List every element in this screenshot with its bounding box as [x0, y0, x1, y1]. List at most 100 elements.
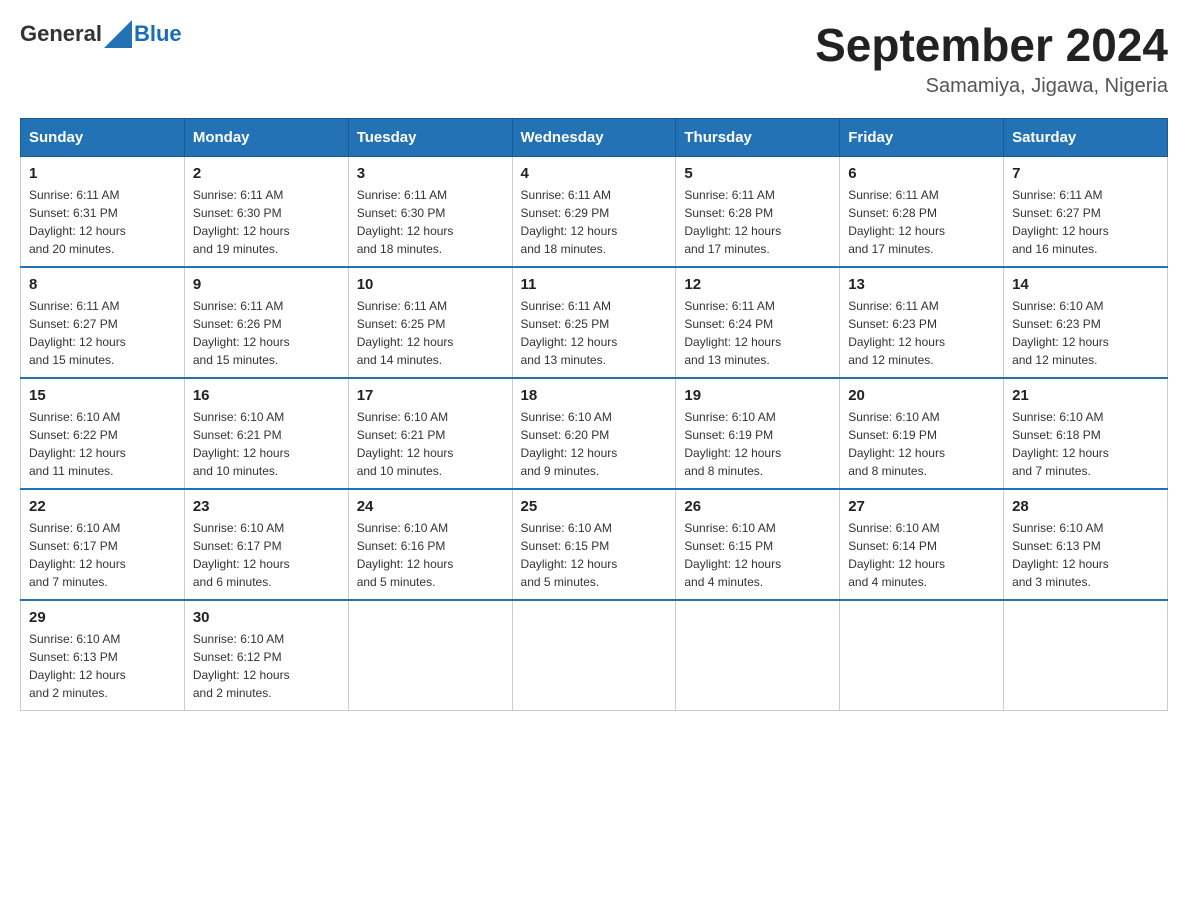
- day-info: Sunrise: 6:10 AMSunset: 6:21 PMDaylight:…: [193, 408, 340, 480]
- logo-icon: [104, 20, 132, 48]
- calendar-cell: 22 Sunrise: 6:10 AMSunset: 6:17 PMDaylig…: [21, 489, 185, 600]
- calendar-cell: 15 Sunrise: 6:10 AMSunset: 6:22 PMDaylig…: [21, 378, 185, 489]
- calendar-cell: 29 Sunrise: 6:10 AMSunset: 6:13 PMDaylig…: [21, 600, 185, 711]
- day-info: Sunrise: 6:11 AMSunset: 6:29 PMDaylight:…: [521, 186, 668, 258]
- page-header: General Blue September 2024 Samamiya, Ji…: [20, 20, 1168, 98]
- calendar-cell: 27 Sunrise: 6:10 AMSunset: 6:14 PMDaylig…: [840, 489, 1004, 600]
- day-number: 30: [193, 609, 340, 626]
- calendar-cell: [840, 600, 1004, 711]
- day-info: Sunrise: 6:10 AMSunset: 6:18 PMDaylight:…: [1012, 408, 1159, 480]
- day-info: Sunrise: 6:11 AMSunset: 6:27 PMDaylight:…: [1012, 186, 1159, 258]
- day-info: Sunrise: 6:10 AMSunset: 6:23 PMDaylight:…: [1012, 297, 1159, 369]
- calendar-cell: 24 Sunrise: 6:10 AMSunset: 6:16 PMDaylig…: [348, 489, 512, 600]
- column-header-saturday: Saturday: [1004, 118, 1168, 156]
- calendar-week-4: 22 Sunrise: 6:10 AMSunset: 6:17 PMDaylig…: [21, 489, 1168, 600]
- day-number: 8: [29, 276, 176, 293]
- calendar-table: SundayMondayTuesdayWednesdayThursdayFrid…: [20, 118, 1168, 711]
- calendar-cell: 12 Sunrise: 6:11 AMSunset: 6:24 PMDaylig…: [676, 267, 840, 378]
- calendar-cell: 8 Sunrise: 6:11 AMSunset: 6:27 PMDayligh…: [21, 267, 185, 378]
- calendar-cell: 23 Sunrise: 6:10 AMSunset: 6:17 PMDaylig…: [184, 489, 348, 600]
- logo-blue-text: Blue: [134, 21, 182, 47]
- day-info: Sunrise: 6:10 AMSunset: 6:22 PMDaylight:…: [29, 408, 176, 480]
- day-number: 11: [521, 276, 668, 293]
- day-number: 2: [193, 165, 340, 182]
- calendar-cell: 5 Sunrise: 6:11 AMSunset: 6:28 PMDayligh…: [676, 156, 840, 267]
- calendar-cell: 16 Sunrise: 6:10 AMSunset: 6:21 PMDaylig…: [184, 378, 348, 489]
- calendar-cell: 13 Sunrise: 6:11 AMSunset: 6:23 PMDaylig…: [840, 267, 1004, 378]
- logo-general-text: General: [20, 21, 102, 47]
- day-number: 26: [684, 498, 831, 515]
- day-info: Sunrise: 6:10 AMSunset: 6:17 PMDaylight:…: [193, 519, 340, 591]
- day-info: Sunrise: 6:10 AMSunset: 6:20 PMDaylight:…: [521, 408, 668, 480]
- day-info: Sunrise: 6:10 AMSunset: 6:13 PMDaylight:…: [29, 630, 176, 702]
- day-info: Sunrise: 6:11 AMSunset: 6:30 PMDaylight:…: [193, 186, 340, 258]
- calendar-cell: 20 Sunrise: 6:10 AMSunset: 6:19 PMDaylig…: [840, 378, 1004, 489]
- day-number: 20: [848, 387, 995, 404]
- day-number: 27: [848, 498, 995, 515]
- day-number: 15: [29, 387, 176, 404]
- calendar-cell: 18 Sunrise: 6:10 AMSunset: 6:20 PMDaylig…: [512, 378, 676, 489]
- day-number: 14: [1012, 276, 1159, 293]
- day-number: 10: [357, 276, 504, 293]
- calendar-cell: [348, 600, 512, 711]
- day-info: Sunrise: 6:10 AMSunset: 6:19 PMDaylight:…: [848, 408, 995, 480]
- column-header-friday: Friday: [840, 118, 1004, 156]
- day-number: 4: [521, 165, 668, 182]
- calendar-cell: 2 Sunrise: 6:11 AMSunset: 6:30 PMDayligh…: [184, 156, 348, 267]
- day-number: 1: [29, 165, 176, 182]
- column-header-thursday: Thursday: [676, 118, 840, 156]
- column-header-monday: Monday: [184, 118, 348, 156]
- calendar-cell: 17 Sunrise: 6:10 AMSunset: 6:21 PMDaylig…: [348, 378, 512, 489]
- calendar-cell: [512, 600, 676, 711]
- day-number: 6: [848, 165, 995, 182]
- day-info: Sunrise: 6:11 AMSunset: 6:26 PMDaylight:…: [193, 297, 340, 369]
- calendar-cell: 14 Sunrise: 6:10 AMSunset: 6:23 PMDaylig…: [1004, 267, 1168, 378]
- calendar-week-1: 1 Sunrise: 6:11 AMSunset: 6:31 PMDayligh…: [21, 156, 1168, 267]
- calendar-cell: 19 Sunrise: 6:10 AMSunset: 6:19 PMDaylig…: [676, 378, 840, 489]
- day-number: 18: [521, 387, 668, 404]
- day-number: 21: [1012, 387, 1159, 404]
- day-info: Sunrise: 6:10 AMSunset: 6:17 PMDaylight:…: [29, 519, 176, 591]
- day-info: Sunrise: 6:10 AMSunset: 6:13 PMDaylight:…: [1012, 519, 1159, 591]
- calendar-cell: 10 Sunrise: 6:11 AMSunset: 6:25 PMDaylig…: [348, 267, 512, 378]
- column-header-sunday: Sunday: [21, 118, 185, 156]
- calendar-cell: 21 Sunrise: 6:10 AMSunset: 6:18 PMDaylig…: [1004, 378, 1168, 489]
- calendar-cell: 25 Sunrise: 6:10 AMSunset: 6:15 PMDaylig…: [512, 489, 676, 600]
- calendar-cell: 4 Sunrise: 6:11 AMSunset: 6:29 PMDayligh…: [512, 156, 676, 267]
- calendar-week-2: 8 Sunrise: 6:11 AMSunset: 6:27 PMDayligh…: [21, 267, 1168, 378]
- day-number: 9: [193, 276, 340, 293]
- day-number: 16: [193, 387, 340, 404]
- day-number: 5: [684, 165, 831, 182]
- column-header-tuesday: Tuesday: [348, 118, 512, 156]
- calendar-header-row: SundayMondayTuesdayWednesdayThursdayFrid…: [21, 118, 1168, 156]
- day-info: Sunrise: 6:11 AMSunset: 6:31 PMDaylight:…: [29, 186, 176, 258]
- calendar-cell: 9 Sunrise: 6:11 AMSunset: 6:26 PMDayligh…: [184, 267, 348, 378]
- calendar-cell: 11 Sunrise: 6:11 AMSunset: 6:25 PMDaylig…: [512, 267, 676, 378]
- day-info: Sunrise: 6:11 AMSunset: 6:30 PMDaylight:…: [357, 186, 504, 258]
- day-number: 13: [848, 276, 995, 293]
- day-number: 23: [193, 498, 340, 515]
- day-info: Sunrise: 6:11 AMSunset: 6:27 PMDaylight:…: [29, 297, 176, 369]
- day-number: 29: [29, 609, 176, 626]
- logo: General Blue: [20, 20, 182, 48]
- calendar-cell: [676, 600, 840, 711]
- day-info: Sunrise: 6:10 AMSunset: 6:19 PMDaylight:…: [684, 408, 831, 480]
- day-number: 3: [357, 165, 504, 182]
- day-info: Sunrise: 6:10 AMSunset: 6:14 PMDaylight:…: [848, 519, 995, 591]
- day-info: Sunrise: 6:10 AMSunset: 6:15 PMDaylight:…: [684, 519, 831, 591]
- day-number: 19: [684, 387, 831, 404]
- calendar-cell: 1 Sunrise: 6:11 AMSunset: 6:31 PMDayligh…: [21, 156, 185, 267]
- day-number: 12: [684, 276, 831, 293]
- day-number: 25: [521, 498, 668, 515]
- calendar-subtitle: Samamiya, Jigawa, Nigeria: [815, 75, 1168, 98]
- day-info: Sunrise: 6:11 AMSunset: 6:28 PMDaylight:…: [848, 186, 995, 258]
- calendar-week-3: 15 Sunrise: 6:10 AMSunset: 6:22 PMDaylig…: [21, 378, 1168, 489]
- calendar-cell: 7 Sunrise: 6:11 AMSunset: 6:27 PMDayligh…: [1004, 156, 1168, 267]
- calendar-cell: [1004, 600, 1168, 711]
- calendar-cell: 26 Sunrise: 6:10 AMSunset: 6:15 PMDaylig…: [676, 489, 840, 600]
- calendar-cell: 28 Sunrise: 6:10 AMSunset: 6:13 PMDaylig…: [1004, 489, 1168, 600]
- column-header-wednesday: Wednesday: [512, 118, 676, 156]
- day-number: 17: [357, 387, 504, 404]
- day-info: Sunrise: 6:11 AMSunset: 6:25 PMDaylight:…: [357, 297, 504, 369]
- day-number: 24: [357, 498, 504, 515]
